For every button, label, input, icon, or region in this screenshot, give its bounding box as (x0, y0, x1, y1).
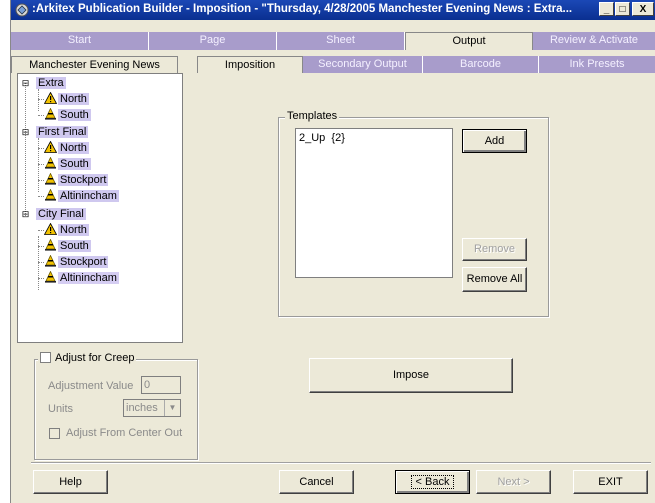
footer-divider (31, 462, 651, 464)
cancel-button[interactable]: Cancel (279, 470, 354, 494)
tree-node-first-final-altinincham[interactable]: Altinincham (44, 189, 119, 204)
tree-node-city-final-south[interactable]: South (44, 239, 91, 254)
cone-icon (45, 271, 56, 283)
expand-toggle-icon[interactable]: ⊟ (21, 128, 30, 137)
cone-icon (45, 189, 56, 201)
cone-icon (45, 239, 56, 251)
tab-start[interactable]: Start (11, 32, 149, 50)
cone-icon (45, 173, 56, 185)
creep-header: Adjust for Creep (38, 352, 137, 364)
tab-page[interactable]: Page (149, 32, 277, 50)
templates-group-label: Templates (285, 110, 340, 122)
adjustment-value-field[interactable]: 0 (141, 376, 181, 394)
tree-node-city-final-altinincham[interactable]: Altinincham (44, 271, 119, 286)
adjustment-value-label: Adjustment Value (48, 380, 134, 392)
tab-imposition[interactable]: Imposition (197, 56, 303, 73)
center-out-label: Adjust From Center Out (66, 427, 183, 439)
tab-review-activate[interactable]: Review & Activate (533, 32, 655, 50)
tab-ink-presets[interactable]: Ink Presets (539, 56, 655, 73)
tree-node-city-final-north[interactable]: North (44, 223, 89, 238)
maximize-button[interactable]: □ (615, 2, 630, 16)
warning-icon (44, 223, 57, 235)
tree-node-city-final-stockport[interactable]: Stockport (44, 255, 109, 270)
window-title: :Arkitex Publication Builder - Impositio… (32, 3, 573, 15)
expand-toggle-icon[interactable]: ⊟ (21, 210, 30, 219)
tree-node-first-final-stockport[interactable]: Stockport (44, 173, 109, 188)
tree-header: Manchester Evening News (11, 56, 178, 73)
edition-tree[interactable]: ⊟ Extra North South ⊟ First Final North … (17, 73, 183, 343)
sub-tab-bar: Manchester Evening News Imposition Secon… (11, 56, 655, 73)
cone-icon (45, 157, 56, 169)
adjust-for-creep-label: Adjust for Creep (55, 352, 135, 364)
cone-icon (45, 108, 56, 120)
tab-sheet[interactable]: Sheet (277, 32, 405, 50)
warning-icon (44, 92, 57, 104)
exit-button[interactable]: EXIT (573, 470, 648, 494)
back-button[interactable]: < Back (395, 470, 470, 494)
title-bar[interactable]: :Arkitex Publication Builder - Impositio… (11, 0, 655, 20)
tab-barcode[interactable]: Barcode (423, 56, 539, 73)
chevron-down-icon[interactable]: ▼ (164, 400, 180, 416)
next-button[interactable]: Next > (476, 470, 551, 494)
tree-node-first-final[interactable]: First Final (36, 125, 89, 140)
units-select[interactable]: inches ▼ (123, 399, 181, 417)
app-window: :Arkitex Publication Builder - Impositio… (10, 0, 655, 503)
tree-node-extra[interactable]: Extra (36, 76, 66, 91)
app-logo-icon (15, 3, 29, 17)
templates-list[interactable]: 2_Up {2} (295, 128, 453, 278)
remove-all-button[interactable]: Remove All (462, 267, 527, 292)
tree-node-extra-south[interactable]: South (44, 108, 91, 123)
tab-secondary-output[interactable]: Secondary Output (303, 56, 423, 73)
tree-node-first-final-south[interactable]: South (44, 157, 91, 172)
tree-node-extra-north[interactable]: North (44, 92, 89, 107)
tree-node-city-final[interactable]: City Final (36, 207, 86, 222)
help-button[interactable]: Help (33, 470, 108, 494)
center-out-checkbox[interactable] (49, 428, 60, 439)
warning-icon (44, 141, 57, 153)
tree-node-first-final-north[interactable]: North (44, 141, 89, 156)
units-label: Units (48, 403, 74, 415)
expand-toggle-icon[interactable]: ⊟ (21, 79, 30, 88)
close-button[interactable]: X (632, 2, 654, 16)
list-item[interactable]: 2_Up {2} (299, 132, 345, 144)
tab-output[interactable]: Output (405, 32, 533, 50)
cone-icon (45, 255, 56, 267)
impose-button[interactable]: Impose (309, 358, 513, 393)
add-button[interactable]: Add (462, 129, 527, 153)
adjust-for-creep-checkbox[interactable] (40, 352, 51, 363)
minimize-button[interactable]: _ (599, 2, 614, 16)
main-tab-bar: Start Page Sheet Output Review & Activat… (11, 32, 655, 50)
remove-button[interactable]: Remove (462, 238, 527, 261)
